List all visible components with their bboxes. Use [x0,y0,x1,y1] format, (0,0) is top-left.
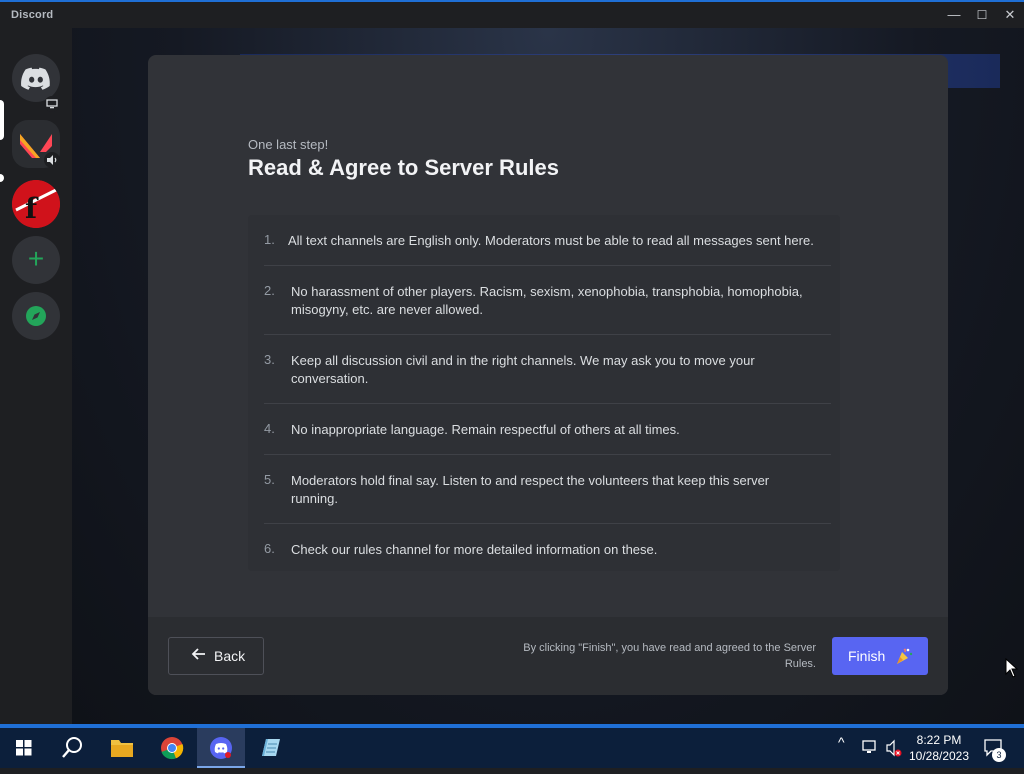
title-bar: Discord — ☐ ✕ [0,0,1024,28]
rule-text: Keep all discussion civil and in the rig… [291,353,755,386]
folder-icon [111,740,133,757]
finish-button[interactable]: Finish [832,637,928,675]
rule-divider [264,523,831,524]
rule-number: 2. [264,283,275,298]
rule-divider [264,403,831,404]
f-logo-icon: f [12,180,60,228]
compass-icon [26,306,46,326]
tray-chevron-icon[interactable]: ^ [838,734,845,774]
modal-subtitle: One last step! [248,137,329,152]
back-label: Back [214,648,246,664]
close-button[interactable]: ✕ [996,4,1024,26]
start-button[interactable] [0,728,48,768]
search-icon [62,737,82,758]
rule-text: Check our rules channel for more detaile… [291,542,658,557]
discord-logo-icon [21,67,50,90]
server-sidebar: f + [0,28,72,724]
agreement-text: By clicking "Finish", you have read and … [523,642,816,670]
window-accent-line [0,0,1024,2]
maximize-button[interactable]: ☐ [968,4,996,26]
party-popper-icon [894,646,914,669]
rule-number: 1. [264,232,275,247]
rule-number: 4. [264,421,275,436]
discord-icon [210,737,232,759]
clock-time: 8:22 PM [916,733,962,747]
clock-date: 10/28/2023 [908,749,970,763]
speaker-icon [44,152,60,168]
minimize-button[interactable]: — [940,4,968,26]
rule-text: No inappropriate language. Remain respec… [291,422,680,437]
rule-number: 3. [264,352,275,367]
chrome-button[interactable] [148,728,196,768]
rules-modal: One last step! Read & Agree to Server Ru… [148,55,948,695]
notepad-button[interactable] [246,728,294,768]
rule-divider [264,454,831,455]
arrow-left-icon [191,646,207,667]
rule-divider [264,265,831,266]
rule-text: No harassment of other players. Racism, … [291,284,803,317]
taskbar: ^ 8:22 PM 10/28/2023 3 [0,728,1024,768]
selected-server-indicator [0,100,4,140]
finish-label: Finish [848,648,886,664]
server-f[interactable]: f [12,180,60,228]
explore-button[interactable] [12,292,60,340]
rule-number: 5. [264,472,275,487]
home-button[interactable] [12,54,60,102]
windows-logo-icon [16,740,32,756]
rule-text: All text channels are English only. Mode… [288,233,814,248]
notification-count-badge: 3 [992,748,1006,762]
rules-list[interactable]: 1. All text channels are English only. M… [248,215,840,571]
chrome-icon [161,737,184,760]
unread-indicator [0,174,4,182]
rule-text: Moderators hold final say. Listen to and… [291,473,770,506]
notepad-icon [262,739,280,756]
rule-divider [264,334,831,335]
app-title: Discord [11,9,54,21]
mouse-cursor-icon [1005,658,1019,678]
search-button[interactable] [48,728,96,768]
discord-taskbar-button[interactable] [197,728,245,768]
add-server-button[interactable]: + [12,236,60,284]
rule-number: 6. [264,541,275,556]
svg-text:f: f [25,192,39,225]
file-explorer-button[interactable] [98,728,146,768]
back-button[interactable]: Back [168,637,264,675]
modal-title: Read & Agree to Server Rules [248,155,559,180]
system-clock[interactable]: 8:22 PM 10/28/2023 [904,732,974,764]
monitor-icon [44,96,60,112]
plus-icon: + [27,243,45,274]
volume-muted-icon[interactable] [884,728,904,768]
network-icon[interactable] [860,728,880,768]
